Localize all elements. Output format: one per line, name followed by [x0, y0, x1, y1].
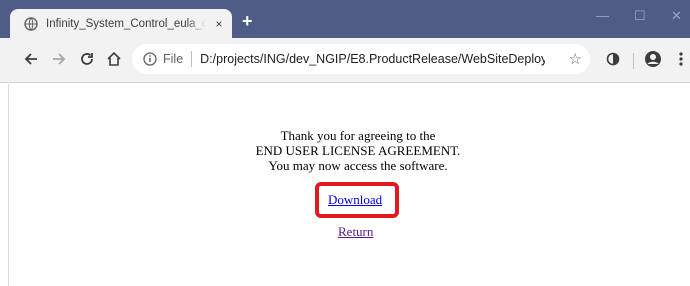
address-separator [191, 51, 193, 67]
url-scheme-label: File [163, 52, 184, 66]
reload-icon[interactable] [78, 50, 96, 68]
window-left-edge [8, 84, 9, 286]
return-link[interactable]: Return [338, 224, 373, 240]
forward-arrow-icon[interactable] [50, 50, 68, 68]
message-line-3: You may now access the software. [268, 158, 448, 173]
maximize-button[interactable]: ☐ [634, 8, 646, 24]
tab-title: Infinity_System_Control_eula_dl_\ [46, 17, 206, 30]
globe-icon [24, 16, 38, 31]
browser-tab[interactable]: Infinity_System_Control_eula_dl_\ × [10, 9, 232, 38]
message-line-1: Thank you for agreeing to the [280, 128, 436, 143]
message-line-2: END USER LICENSE AGREEMENT. [255, 143, 461, 158]
url-text[interactable]: D:/projects/ING/dev_NGIP/E8.ProductRelea… [200, 52, 545, 66]
tab-close-icon[interactable]: × [212, 17, 226, 31]
new-tab-button[interactable]: + [242, 12, 253, 30]
back-arrow-icon[interactable] [22, 50, 40, 68]
profile-avatar-icon[interactable] [644, 50, 662, 68]
more-menu-icon[interactable] [672, 50, 690, 68]
address-bar[interactable]: File D:/projects/ING/dev_NGIP/E8.Product… [132, 44, 590, 74]
download-link[interactable]: Download [328, 192, 382, 208]
title-bar: Infinity_System_Control_eula_dl_\ × + — … [0, 0, 690, 38]
home-icon[interactable] [105, 50, 123, 68]
close-window-button[interactable]: ✕ [671, 8, 682, 24]
toolbar-divider [633, 53, 634, 69]
extension-icon[interactable] [604, 50, 622, 68]
confirmation-message: Thank you for agreeing to the END USER L… [200, 128, 516, 173]
minimize-button[interactable]: — [596, 8, 609, 23]
bookmark-star-icon[interactable]: ☆ [569, 50, 582, 68]
browser-toolbar: File D:/projects/ING/dev_NGIP/E8.Product… [0, 38, 690, 83]
info-icon[interactable] [143, 52, 157, 66]
